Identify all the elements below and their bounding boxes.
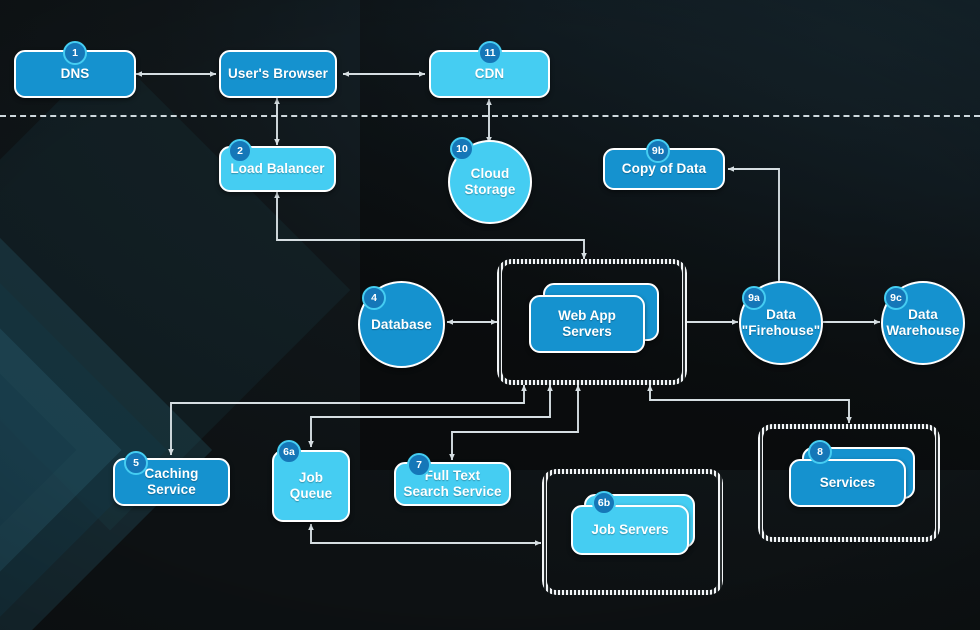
node-users-browser[interactable]: User's Browser — [219, 50, 337, 98]
badge-data-warehouse: 9c — [884, 286, 908, 310]
connector-jobqueue-jobservers — [308, 523, 542, 546]
connector-webapp-services — [647, 384, 852, 424]
badge-copy-of-data: 9b — [646, 139, 670, 163]
node-web-app-servers-label-2: Servers — [562, 324, 612, 339]
node-full-text-search-service-label-1: Full Text — [424, 468, 481, 484]
node-caching-service-label-2: Service — [147, 482, 196, 497]
connector-webapp-jobqueue — [308, 384, 553, 448]
node-services[interactable]: Services — [789, 447, 917, 519]
node-copy-of-data-label: Copy of Data — [621, 161, 707, 177]
node-full-text-search-service-label-2: Search Service — [403, 484, 502, 499]
node-job-servers-label: Job Servers — [591, 522, 669, 538]
node-dns-label: DNS — [60, 66, 90, 82]
node-data-firehouse-label-2: "Firehouse" — [741, 323, 821, 338]
connector-loadbalancer-webapp — [274, 191, 587, 260]
node-cdn-label: CDN — [474, 66, 505, 82]
node-job-servers[interactable]: Job Servers — [571, 494, 697, 570]
badge-database: 4 — [362, 286, 386, 310]
connector-firehouse-copyofdata — [727, 166, 780, 287]
node-web-app-servers-label-1: Web App — [558, 308, 616, 324]
badge-job-servers: 6b — [592, 491, 616, 515]
node-cloud-storage-label-1: Cloud — [470, 166, 510, 182]
badge-caching-service: 5 — [124, 451, 148, 475]
services-card-front[interactable]: Services — [789, 459, 906, 507]
web-app-servers-card-front[interactable]: Web App Servers — [529, 295, 645, 353]
node-load-balancer-label: Load Balancer — [230, 161, 325, 177]
architecture-diagram-canvas: DNS 1 User's Browser CDN 11 Load Balance… — [0, 0, 980, 630]
node-data-warehouse-label-1: Data — [908, 307, 938, 323]
node-services-label: Services — [819, 475, 876, 491]
badge-job-queue: 6a — [277, 440, 301, 464]
node-job-queue-label-1: Job — [298, 470, 324, 486]
node-web-app-servers[interactable]: Web App Servers — [529, 283, 659, 361]
badge-full-text-search-service: 7 — [407, 453, 431, 477]
badge-load-balancer: 2 — [228, 139, 252, 163]
badge-services: 8 — [808, 440, 832, 464]
badge-cloud-storage: 10 — [450, 137, 474, 161]
node-job-queue-label-2: Queue — [289, 486, 333, 501]
node-caching-service-label-1: Caching — [144, 466, 199, 482]
job-servers-card-front[interactable]: Job Servers — [571, 505, 689, 555]
badge-data-firehouse: 9a — [742, 286, 766, 310]
connector-webapp-fulltext — [449, 384, 581, 461]
node-data-warehouse-label-2: Warehouse — [886, 323, 960, 338]
node-data-firehouse-label-1: Data — [766, 307, 796, 323]
node-database-label: Database — [371, 316, 432, 332]
node-cloud-storage-label-2: Storage — [464, 182, 516, 197]
badge-cdn: 11 — [478, 41, 502, 65]
connector-webapp-caching — [168, 384, 527, 456]
badge-dns: 1 — [63, 41, 87, 65]
node-users-browser-label: User's Browser — [228, 66, 328, 82]
